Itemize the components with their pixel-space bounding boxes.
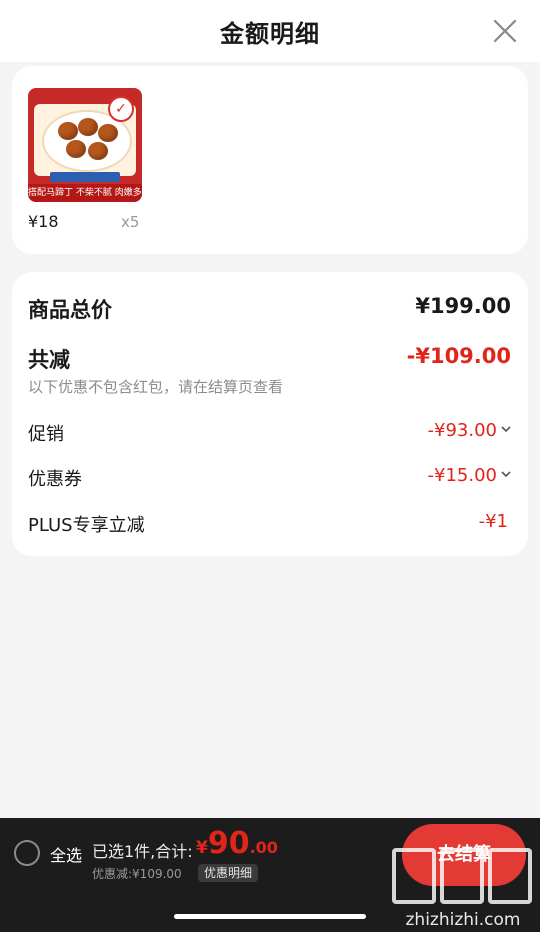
discount-detail-button[interactable]: 优惠明细 bbox=[198, 864, 259, 882]
chevron-down-icon bbox=[501, 426, 511, 433]
plus-label: PLUS专享立减 bbox=[28, 515, 145, 536]
meatball bbox=[98, 124, 118, 142]
watermark-text: zhizhizhi.com bbox=[405, 910, 521, 930]
watermark: zhizhizhi.com bbox=[392, 846, 534, 930]
reduce-value: -¥109.00 bbox=[406, 344, 511, 368]
coupon-label: 优惠券 bbox=[28, 469, 82, 490]
page-title: 金额明细 bbox=[220, 20, 320, 48]
watermark-glyph bbox=[440, 848, 484, 904]
watermark-glyph bbox=[488, 848, 532, 904]
meatball bbox=[88, 142, 108, 160]
home-indicator bbox=[174, 914, 366, 919]
discount-text: 优惠减:¥109.00 bbox=[92, 867, 182, 881]
discount-hint: 以下优惠不包含红包，请在结算页查看 bbox=[28, 378, 284, 396]
meatball bbox=[58, 122, 78, 140]
product-image-caption: 搭配马蹄丁 不柴不腻 肉嫩多汁 bbox=[28, 184, 142, 202]
checkout-bar: 全选 已选1件,合计: ¥90.00 优惠减:¥109.00 优惠明细 去结算 … bbox=[0, 818, 540, 932]
select-all-radio[interactable] bbox=[14, 840, 40, 866]
total-integer: 90 bbox=[207, 826, 250, 861]
select-all-label[interactable]: 全选 bbox=[50, 842, 82, 866]
selected-summary: 已选1件,合计: bbox=[92, 842, 193, 861]
header: 金额明细 bbox=[0, 0, 540, 62]
check-badge-icon: ✓ bbox=[108, 96, 134, 122]
product-image-strap bbox=[50, 172, 120, 182]
total-value: ¥199.00 bbox=[415, 294, 511, 318]
watermark-logo bbox=[392, 846, 534, 904]
coupon-value: -¥15.00 bbox=[428, 465, 511, 486]
plus-value: -¥1 bbox=[478, 511, 508, 532]
total-amount: ¥90.00 bbox=[196, 826, 278, 861]
close-icon[interactable] bbox=[492, 18, 518, 44]
chevron-down-icon bbox=[501, 471, 511, 478]
meatball bbox=[78, 118, 98, 136]
promo-value: -¥93.00 bbox=[428, 420, 511, 441]
total-decimal: .00 bbox=[249, 838, 278, 857]
meatball bbox=[66, 140, 86, 158]
total-currency: ¥ bbox=[196, 838, 208, 858]
total-label: 商品总价 bbox=[28, 298, 112, 322]
promo-label: 促销 bbox=[28, 424, 64, 445]
watermark-glyph bbox=[392, 848, 436, 904]
product-price: ¥18 bbox=[28, 212, 59, 231]
product-image[interactable]: ✓ 搭配马蹄丁 不柴不腻 肉嫩多汁 bbox=[28, 88, 142, 202]
product-card: ✓ 搭配马蹄丁 不柴不腻 肉嫩多汁 bbox=[12, 66, 528, 254]
reduce-label: 共减 bbox=[28, 348, 70, 372]
product-quantity: x5 bbox=[121, 213, 140, 231]
